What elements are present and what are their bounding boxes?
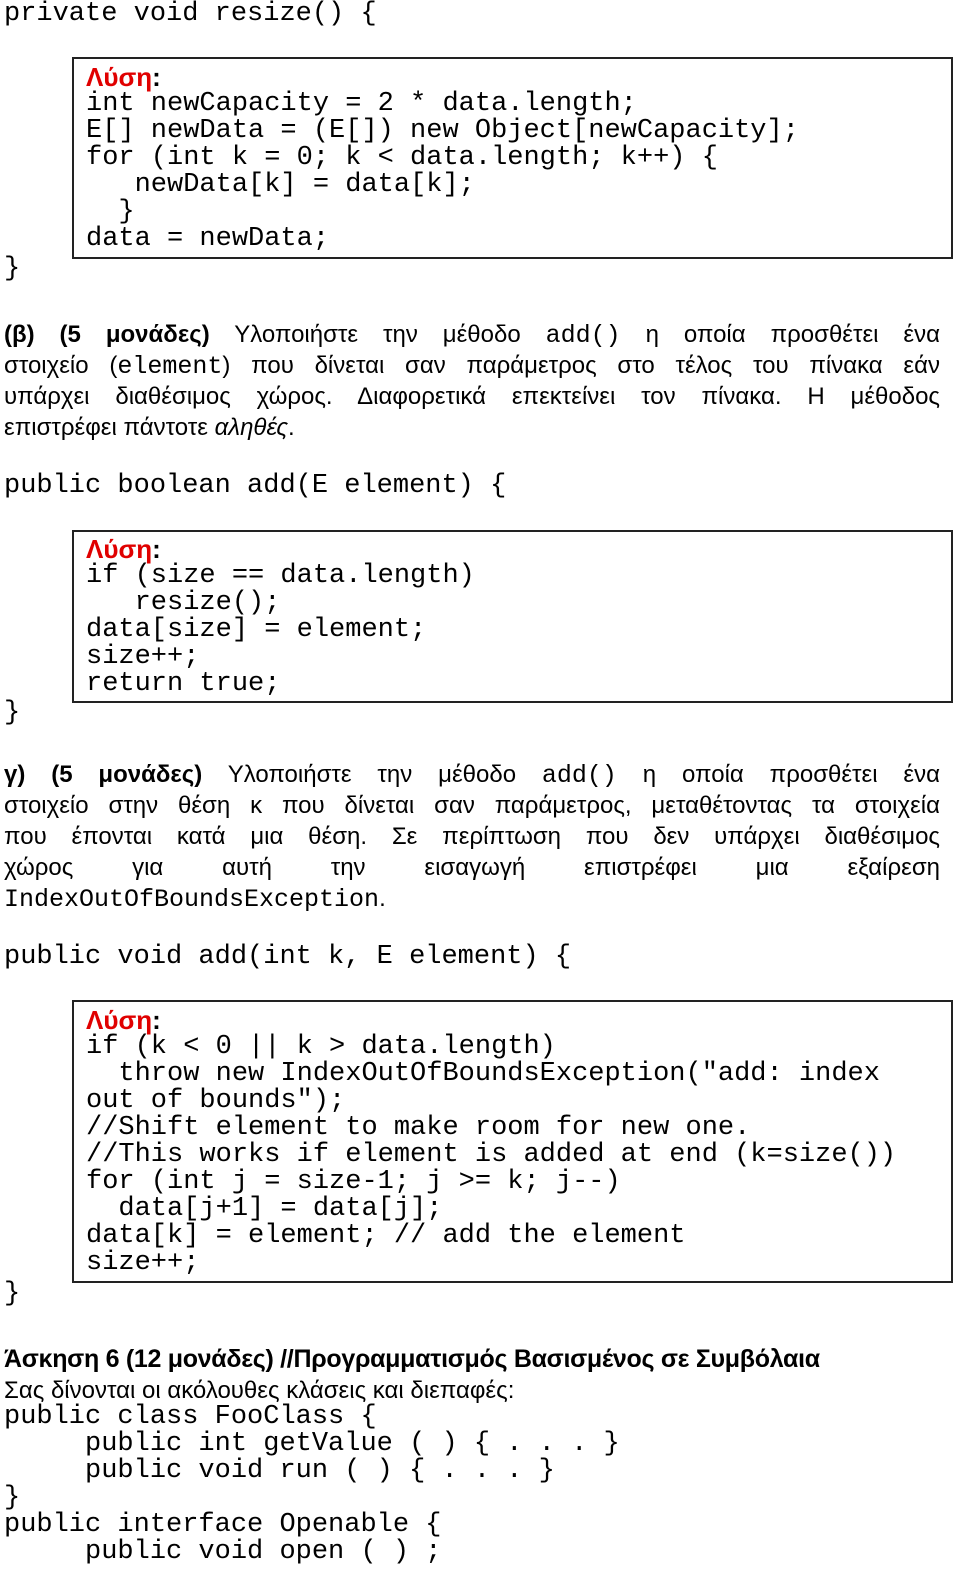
text-segment: χώρος για αυτή την εισαγωγή επιστρέφει μ…: [4, 854, 940, 881]
code-line: if (size == data.length): [86, 561, 475, 591]
resize-close: }: [4, 256, 20, 283]
text-line: επιστρέφει πάντοτε αληθές.: [4, 412, 940, 443]
add-close: }: [4, 700, 20, 727]
inline-code: IndexOutOfBoundsException: [4, 885, 380, 914]
code-line: data[size] = element;: [86, 615, 427, 645]
code-line: size++;: [86, 642, 200, 672]
text-line: υπάρχει διαθέσιμος χώρος. Διαφορετικά επ…: [4, 381, 940, 412]
text-segment: Υλοποιήστε την μέθοδο: [202, 761, 542, 788]
solution-label: Λύση:: [86, 1007, 896, 1034]
code-line: size++;: [86, 1248, 200, 1278]
add-solution: Λύση: if (size == data.length) resize(); d…: [86, 536, 475, 698]
inline-code: add(): [545, 321, 621, 350]
code-line: int newCapacity = 2 * data.length;: [86, 89, 637, 119]
text-segment: .: [288, 414, 295, 441]
exercise-6-heading: Άσκηση 6 (12 μονάδες) //Προγραμματισμός …: [4, 1345, 820, 1373]
part-b-text: (β) (5 μονάδες) Υλοποιήστε την μέθοδο ad…: [4, 319, 940, 443]
code-line: resize();: [86, 588, 281, 618]
add-index-solution: Λύση: if (k < 0 || k > data.length) throw…: [86, 1007, 896, 1277]
code-line: public class FooClass {: [4, 1402, 377, 1432]
text-segment: αληθές: [214, 414, 289, 441]
part-c-text: γ) (5 μονάδες) Υλοποιήστε την μέθοδο add…: [4, 759, 940, 914]
solution-label-colon: :: [152, 534, 161, 564]
text-segment: στοιχείο (: [4, 352, 118, 379]
code-line: public boolean add(E element) {: [4, 471, 507, 501]
text-segment: Υλοποιήστε την μέθοδο: [209, 321, 546, 348]
code-line: }: [4, 1279, 21, 1309]
code-line: public void open ( ) ;: [4, 1537, 442, 1567]
text-line: που έπονται κατά μια θέση. Σε περίπτωση …: [4, 821, 940, 852]
code-line: //This works if element is added at end …: [86, 1140, 897, 1170]
text-segment: ) που δίνεται σαν παράμετρος στο τέλος τ…: [222, 352, 940, 379]
code-line: out of bounds");: [86, 1086, 346, 1116]
text-line: χώρος για αυτή την εισαγωγή επιστρέφει μ…: [4, 852, 940, 883]
text-segment: η οποία προσθέτει ένα: [616, 761, 940, 788]
inline-code: add(): [541, 761, 617, 790]
text-line: (β) (5 μονάδες) Υλοποιήστε την μέθοδο ad…: [4, 319, 940, 350]
resize-solution: Λύση: int newCapacity = 2 * data.length; E…: [86, 64, 799, 253]
code-line: //Shift element to make room for new one…: [86, 1113, 751, 1143]
solution-label-colon: :: [152, 62, 161, 92]
code-line: E[] newData = (E[]) new Object[newCapaci…: [86, 116, 799, 146]
code-line: return true;: [86, 669, 281, 699]
text-line: IndexOutOfBoundsException.: [4, 883, 940, 914]
solution-label-text: Λύση: [86, 62, 153, 92]
code-line: if (k < 0 || k > data.length): [86, 1032, 556, 1062]
text-line: στοιχείο (element) που δίνεται σαν παράμ…: [4, 350, 940, 381]
code-line: for (int j = size-1; j >= k; j--): [86, 1167, 621, 1197]
code-line: throw new IndexOutOfBoundsException("add…: [86, 1059, 880, 1089]
code-line: public interface Openable {: [4, 1510, 442, 1540]
add-signature: public boolean add(E element) {: [4, 473, 506, 500]
text-segment: επιστρέφει πάντοτε: [4, 414, 215, 441]
solution-label-colon: :: [152, 1005, 161, 1035]
text-segment: στοιχείο στην θέση κ που δίνεται σαν παρ…: [4, 792, 940, 819]
code-line: public int getValue ( ) { . . . }: [4, 1429, 620, 1459]
text-segment: γ) (5 μονάδες): [4, 761, 203, 788]
text-line: στοιχείο στην θέση κ που δίνεται σαν παρ…: [4, 790, 940, 821]
code-line: public void run ( ) { . . . }: [4, 1456, 555, 1486]
text-segment: που έπονται κατά μια θέση. Σε περίπτωση …: [4, 823, 940, 850]
text-line: γ) (5 μονάδες) Υλοποιήστε την μέθοδο add…: [4, 759, 940, 790]
text-segment: η οποία προσθέτει ένα: [620, 321, 941, 348]
code-line: for (int k = 0; k < data.length; k++) {: [86, 143, 718, 173]
code-line: public void add(int k, E element) {: [4, 942, 572, 972]
code-line: }: [4, 1483, 21, 1513]
solution-label-text: Λύση: [86, 1005, 153, 1035]
text-segment: υπάρχει διαθέσιμος χώρος. Διαφορετικά επ…: [4, 383, 940, 410]
solution-label: Λύση:: [86, 536, 475, 563]
code-line: data[j+1] = data[j];: [86, 1194, 443, 1224]
solution-label: Λύση:: [86, 64, 799, 91]
code-line: private void resize() {: [4, 0, 377, 29]
inline-code: element: [117, 352, 223, 381]
code-line: }: [4, 698, 21, 728]
add-index-close: }: [4, 1281, 20, 1308]
resize-signature: private void resize() {: [4, 1, 377, 28]
text-segment: .: [379, 885, 386, 912]
add-index-signature: public void add(int k, E element) {: [4, 944, 571, 971]
code-line: data[k] = element; // add the element: [86, 1221, 686, 1251]
exercise-6-code: public class FooClass { public int getVa…: [4, 1404, 620, 1566]
code-line: newData[k] = data[k];: [86, 170, 475, 200]
text-segment: (β) (5 μονάδες): [4, 321, 210, 348]
code-line: }: [4, 254, 21, 284]
code-line: data = newData;: [86, 224, 330, 254]
solution-label-text: Λύση: [86, 534, 153, 564]
code-line: }: [86, 197, 135, 227]
